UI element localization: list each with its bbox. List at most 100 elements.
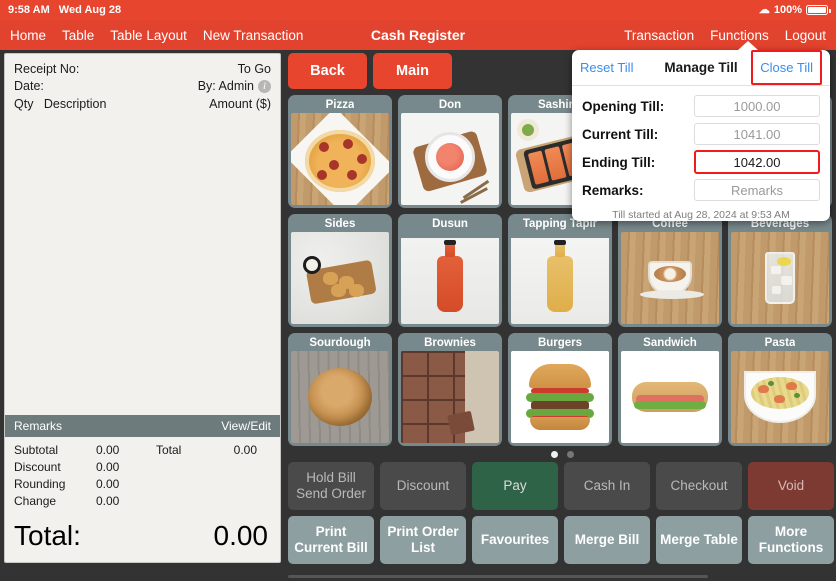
- current-till-field: 1041.00: [694, 123, 820, 145]
- total-side-value: 0.00: [233, 443, 257, 457]
- ending-till-label: Ending Till:: [582, 154, 656, 170]
- reset-till-button[interactable]: Reset Till: [580, 60, 633, 75]
- action-button-panel: Hold Bill Send Order Discount Pay Cash I…: [288, 462, 836, 564]
- change-value: 0.00: [96, 494, 120, 508]
- main-button[interactable]: Main: [373, 53, 452, 89]
- discount-button[interactable]: Discount: [380, 462, 466, 510]
- fried-sides-photo: [291, 232, 389, 324]
- nav-table[interactable]: Table: [62, 28, 94, 43]
- action-row-primary: Hold Bill Send Order Discount Pay Cash I…: [288, 462, 836, 510]
- receipt-date-label: Date:: [14, 79, 44, 93]
- brownies-photo: [401, 351, 499, 443]
- hold-bill-send-order-button[interactable]: Hold Bill Send Order: [288, 462, 374, 510]
- category-card-pasta[interactable]: Pasta: [728, 333, 832, 446]
- popup-remarks-input[interactable]: Remarks: [694, 179, 820, 201]
- grid-page-indicator[interactable]: [288, 451, 836, 458]
- back-button[interactable]: Back: [288, 53, 367, 89]
- grand-total-label: Total:: [14, 520, 81, 551]
- manage-till-popup: Reset Till Manage Till Close Till Openin…: [572, 41, 830, 221]
- info-circle-icon[interactable]: i: [258, 80, 271, 93]
- category-label: Brownies: [424, 337, 476, 349]
- action-row-secondary: Print Current Bill Print Order List Favo…: [288, 516, 836, 564]
- order-type-value: To Go: [237, 62, 271, 76]
- page-dot-1[interactable]: [550, 451, 558, 458]
- opening-till-row: Opening Till: 1000.00: [582, 92, 820, 120]
- pasta-photo: [731, 351, 829, 443]
- category-card-pizza[interactable]: Pizza: [288, 95, 392, 208]
- category-card-sandwich[interactable]: Sandwich: [618, 333, 722, 446]
- discount-label: Discount: [14, 460, 61, 474]
- print-current-bill-button[interactable]: Print Current Bill: [288, 516, 374, 564]
- category-grid-row: Sides Dusun Tapping Tapir Coffee Beverag…: [288, 214, 836, 327]
- pizza-photo: [291, 113, 389, 205]
- category-label: Pizza: [325, 99, 355, 111]
- column-header-amount: Amount ($): [209, 97, 271, 111]
- print-order-list-button[interactable]: Print Order List: [380, 516, 466, 564]
- category-card-burgers[interactable]: Burgers: [508, 333, 612, 446]
- popup-remarks-label: Remarks:: [582, 182, 644, 198]
- subtotal-value: 0.00: [96, 443, 120, 457]
- category-card-tapping-tapir[interactable]: Tapping Tapir: [508, 214, 612, 327]
- status-date: Wed Aug 28: [58, 4, 122, 16]
- totals-row-subtotal: Subtotal 0.00 Total 0.00: [14, 442, 271, 459]
- nav-home[interactable]: Home: [10, 28, 46, 43]
- column-header-description: Description: [43, 97, 107, 111]
- latte-photo: [621, 232, 719, 324]
- remarks-row: Remarks: Remarks: [582, 176, 820, 204]
- battery-percent: 100%: [773, 4, 802, 16]
- total-side-label: Total: [156, 443, 182, 457]
- change-label: Change: [14, 494, 57, 508]
- burger-photo: [511, 351, 609, 443]
- popup-arrow: [738, 41, 758, 50]
- amber-bottle-photo: [511, 232, 609, 324]
- device-status-bar: 9:58 AM Wed Aug 28 ☁ 100%: [0, 0, 836, 20]
- checkout-button[interactable]: Checkout: [656, 462, 742, 510]
- ending-till-input[interactable]: 1042.00: [694, 150, 820, 174]
- category-label: Sandwich: [643, 337, 697, 349]
- sourdough-photo: [291, 351, 389, 443]
- category-card-dusun[interactable]: Dusun: [398, 214, 502, 327]
- nav-transaction[interactable]: Transaction: [624, 28, 694, 43]
- favourites-button[interactable]: Favourites: [472, 516, 558, 564]
- close-till-button[interactable]: Close Till: [751, 50, 822, 85]
- merge-bill-button[interactable]: Merge Bill: [564, 516, 650, 564]
- page-dot-2[interactable]: [566, 451, 574, 458]
- category-card-beverages[interactable]: Beverages: [728, 214, 832, 327]
- more-functions-button[interactable]: More Functions: [748, 516, 834, 564]
- battery-icon: [806, 5, 831, 15]
- current-till-label: Current Till:: [582, 126, 659, 142]
- iced-drink-photo: [731, 232, 829, 324]
- nav-table-layout[interactable]: Table Layout: [110, 28, 187, 43]
- rounding-label: Rounding: [14, 477, 66, 491]
- category-card-don[interactable]: Don: [398, 95, 502, 208]
- till-started-text: Till started at Aug 28, 2024 at 9:53 AM: [612, 209, 790, 221]
- nav-logout[interactable]: Logout: [785, 28, 826, 43]
- cash-in-button[interactable]: Cash In: [564, 462, 650, 510]
- grand-total-value: 0.00: [213, 520, 269, 551]
- horizontal-scrollbar[interactable]: [288, 575, 708, 578]
- category-card-sides[interactable]: Sides: [288, 214, 392, 327]
- current-till-row: Current Till: 1041.00: [582, 120, 820, 148]
- popup-header: Reset Till Manage Till Close Till: [572, 50, 830, 86]
- status-time: 9:58 AM: [8, 4, 50, 16]
- column-header-qty: Qty: [14, 97, 34, 111]
- pay-button[interactable]: Pay: [472, 462, 558, 510]
- category-card-sourdough[interactable]: Sourdough: [288, 333, 392, 446]
- ending-till-row: Ending Till: 1042.00: [582, 148, 820, 176]
- void-button[interactable]: Void: [748, 462, 834, 510]
- pos-app-window: 9:58 AM Wed Aug 28 ☁ 100% Home Table Tab…: [0, 0, 836, 581]
- category-grid-row: Sourdough Brownies Burgers Sandwich Past…: [288, 333, 836, 446]
- merge-table-button[interactable]: Merge Table: [656, 516, 742, 564]
- category-card-brownies[interactable]: Brownies: [398, 333, 502, 446]
- receipt-no-label: Receipt No:: [14, 62, 80, 76]
- category-label: Don: [438, 99, 462, 111]
- receipt-totals: Subtotal 0.00 Total 0.00 Discount 0.00 R…: [5, 437, 280, 510]
- view-edit-link[interactable]: View/Edit: [221, 419, 271, 433]
- receipt-remarks-bar[interactable]: Remarks View/Edit: [5, 415, 280, 437]
- category-card-coffee[interactable]: Coffee: [618, 214, 722, 327]
- rice-bowl-photo: [401, 113, 499, 205]
- category-label: Dusun: [432, 218, 468, 230]
- nav-new-transaction[interactable]: New Transaction: [203, 28, 304, 43]
- main-navigation-bar: Home Table Table Layout New Transaction …: [0, 20, 836, 50]
- totals-row-discount: Discount 0.00: [14, 459, 271, 476]
